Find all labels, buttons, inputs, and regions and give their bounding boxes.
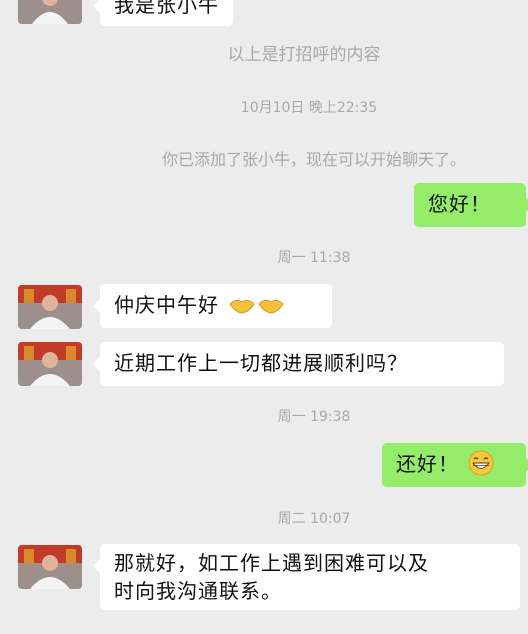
message-text-line-1: 那就好，如工作上遇到困难可以及: [114, 551, 429, 575]
message-text: 近期工作上一切都进展顺利吗？: [114, 351, 408, 375]
message-bubble-incoming[interactable]: 仲庆中午好: [93, 284, 332, 328]
message-bubble-outgoing[interactable]: 您好！: [414, 183, 528, 227]
contact-avatar[interactable]: [18, 285, 82, 329]
system-message: 你已添加了张小牛，现在可以开始聊天了。: [161, 150, 466, 169]
message-text: 我是张小牛: [114, 0, 219, 17]
message-text: 仲庆中午好: [114, 293, 219, 317]
grinning-face-emoji-icon: [468, 450, 494, 484]
message-text: 您好！: [428, 192, 491, 216]
contact-avatar[interactable]: [18, 545, 82, 589]
handshake-emoji-icon: [228, 295, 286, 325]
timestamp: 周二 10:07: [277, 511, 351, 527]
message-bubble-outgoing[interactable]: 还好！: [382, 443, 528, 487]
message-bubble-incoming[interactable]: 近期工作上一切都进展顺利吗？: [93, 342, 504, 386]
message-bubble-incoming[interactable]: 我是张小牛: [93, 0, 233, 26]
timestamp: 周一 19:38: [277, 409, 351, 425]
timestamp: 10月10日 晚上22:35: [240, 100, 378, 116]
contact-avatar[interactable]: [18, 0, 82, 24]
contact-avatar[interactable]: [18, 342, 82, 386]
system-message: 以上是打招呼的内容: [227, 45, 381, 65]
message-bubble-incoming[interactable]: 那就好，如工作上遇到困难可以及 时向我沟通联系。: [93, 544, 520, 610]
message-text-line-2: 时向我沟通联系。: [114, 579, 282, 603]
message-text: 还好！: [396, 452, 459, 476]
timestamp: 周一 11:38: [277, 250, 351, 266]
